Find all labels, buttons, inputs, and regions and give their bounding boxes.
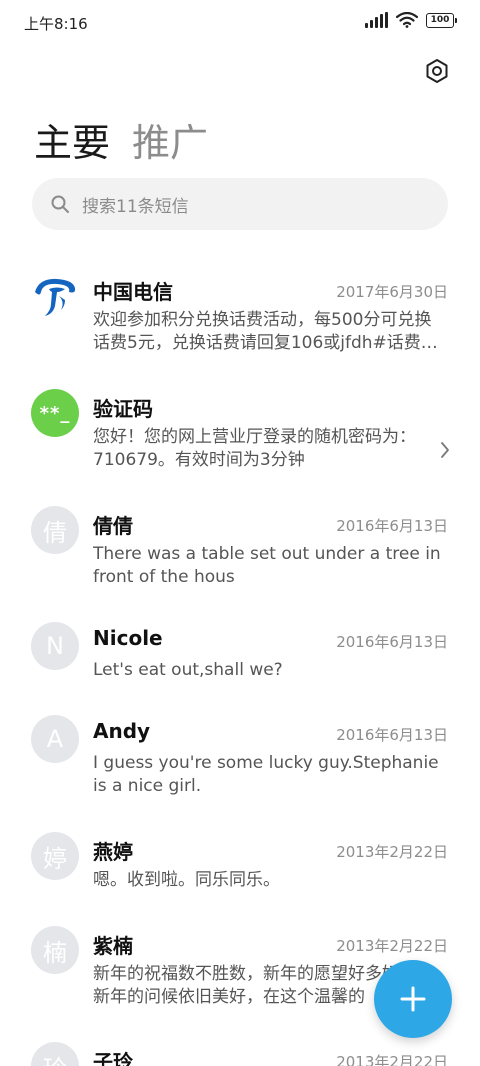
plus-icon (400, 986, 426, 1012)
avatar: 婷 (31, 832, 79, 880)
conversation-name: 紫楠 (93, 934, 133, 958)
conversation-item-yanting[interactable]: 婷 燕婷 2013年2月22日 嗯。收到啦。同乐同乐。 (0, 822, 480, 916)
conversation-preview: There was a table set out under a tree i… (93, 544, 441, 587)
conversation-preview: 您好！您的网上营业厅登录的随机密码为：710679。有效时间为3分钟 (93, 427, 416, 470)
conversation-name: 燕婷 (93, 840, 133, 864)
tab-bar: 主要 推广 (34, 112, 208, 167)
battery-level: 100 (430, 14, 450, 25)
conversation-preview: 欢迎参加积分兑换话费活动，每500分可兑换话费5元，兑换话费请回复106或jfd… (93, 310, 438, 353)
compose-button[interactable] (374, 960, 452, 1038)
conversation-preview: I guess you're some lucky guy.Stephanie … (93, 753, 439, 796)
conversation-date: 2013年2月22日 (336, 937, 448, 955)
battery-icon: 100 (426, 12, 457, 28)
conversation-date: 2016年6月13日 (336, 726, 448, 744)
conversation-name: 子玲 (93, 1050, 133, 1066)
conversation-date: 2013年2月22日 (336, 843, 448, 861)
search-icon (51, 195, 69, 213)
conversation-item-nicole[interactable]: N Nicole 2016年6月13日 Let's eat out,shall … (0, 612, 480, 706)
conversation-date: 2016年6月13日 (336, 633, 448, 651)
conversation-preview: 嗯。收到啦。同乐同乐。 (93, 870, 280, 890)
conversation-preview: Let's eat out,shall we? (93, 660, 283, 680)
china-telecom-logo-icon (31, 272, 79, 320)
settings-button[interactable] (420, 54, 454, 88)
tab-promotions[interactable]: 推广 (132, 112, 208, 167)
settings-gear-icon (426, 59, 448, 83)
conversation-date: 2017年6月30日 (336, 283, 448, 301)
search-placeholder: 搜索11条短信 (82, 196, 189, 217)
chevron-right-icon (441, 442, 449, 458)
avatar: N (31, 622, 79, 670)
avatar: A (31, 715, 79, 763)
conversation-name: Andy (93, 719, 151, 743)
conversation-item-china-telecom[interactable]: 中国电信 2017年6月30日 欢迎参加积分兑换话费活动，每500分可兑换话费5… (0, 262, 480, 378)
signal-icon (365, 12, 388, 28)
conversation-item-qianqian[interactable]: 倩 倩倩 2016年6月13日 There was a table set ou… (0, 496, 480, 612)
status-icons: 100 (365, 12, 457, 28)
conversation-name: Nicole (93, 626, 163, 650)
conversation-date: 2013年2月22日 (336, 1053, 448, 1066)
status-time: 上午8:16 (24, 15, 88, 33)
conversation-item-verification-code[interactable]: **_ 验证码 您好！您的网上营业厅登录的随机密码为：710679。有效时间为3… (0, 379, 480, 495)
wifi-icon (396, 12, 418, 28)
conversation-item-andy[interactable]: A Andy 2016年6月13日 I guess you're some lu… (0, 705, 480, 821)
avatar: 玲 (31, 1042, 79, 1066)
conversation-name: 验证码 (93, 397, 153, 421)
conversation-date: 2016年6月13日 (336, 517, 448, 535)
search-input[interactable]: 搜索11条短信 (32, 178, 448, 230)
conversation-name: 中国电信 (93, 280, 173, 304)
conversation-name: 倩倩 (93, 514, 133, 538)
verification-code-avatar: **_ (31, 389, 79, 437)
status-bar: 上午8:16 100 (0, 0, 480, 46)
tab-primary[interactable]: 主要 (34, 112, 110, 167)
avatar: 楠 (31, 926, 79, 974)
avatar: 倩 (31, 506, 79, 554)
